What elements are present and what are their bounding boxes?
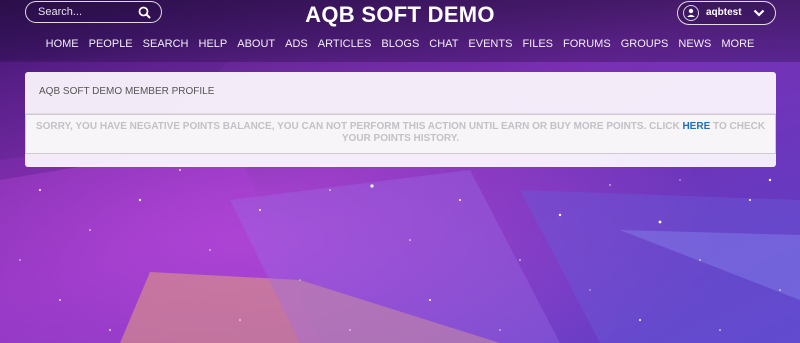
username: aqbtest <box>706 7 742 18</box>
panel-title: AQB SOFT DEMO MEMBER PROFILE <box>39 86 215 97</box>
chevron-down-icon[interactable] <box>753 8 765 18</box>
nav-item-forums[interactable]: FORUMS <box>563 38 611 50</box>
nav-item-articles[interactable]: ARTICLES <box>318 38 372 50</box>
points-history-link[interactable]: HERE <box>682 121 710 132</box>
nav-item-events[interactable]: EVENTS <box>468 38 512 50</box>
member-profile-panel: AQB SOFT DEMO MEMBER PROFILE SORRY, YOU … <box>25 72 776 167</box>
main-nav: HOME PEOPLE SEARCH HELP ABOUT ADS ARTICLES BLOG… <box>0 38 800 54</box>
nav-item-groups[interactable]: GROUPS <box>621 38 669 50</box>
site-header: AQB SOFT DEMO aqbtest HOMEPEOPLESEARCHHE… <box>0 0 800 62</box>
search-box[interactable] <box>25 1 162 23</box>
nav-item-chat[interactable]: CHAT <box>429 38 458 50</box>
message-box: SORRY, YOU HAVE NEGATIVE POINTS BALANCE,… <box>25 114 776 154</box>
nav-item-search[interactable]: SEARCH <box>143 38 189 50</box>
nav-item-more[interactable]: MORE <box>721 38 754 50</box>
nav-item-files[interactable]: FILES <box>522 38 553 50</box>
nav-item-help[interactable]: HELP <box>199 38 228 50</box>
negative-balance-message: SORRY, YOU HAVE NEGATIVE POINTS BALANCE,… <box>26 121 775 145</box>
nav-item-people[interactable]: PEOPLE <box>89 38 133 50</box>
nav-item-news[interactable]: NEWS <box>678 38 711 50</box>
nav-item-about[interactable]: ABOUT <box>237 38 275 50</box>
message-text-before: SORRY, YOU HAVE NEGATIVE POINTS BALANCE,… <box>35 121 683 132</box>
nav-item-home[interactable]: HOME <box>46 38 79 50</box>
search-input[interactable] <box>38 4 138 20</box>
nav-item-blogs[interactable]: BLOGS <box>381 38 419 50</box>
search-icon[interactable] <box>138 6 151 19</box>
user-menu[interactable]: aqbtest <box>677 1 776 25</box>
nav-item-ads[interactable]: ADS <box>285 38 308 50</box>
user-icon <box>683 5 699 21</box>
